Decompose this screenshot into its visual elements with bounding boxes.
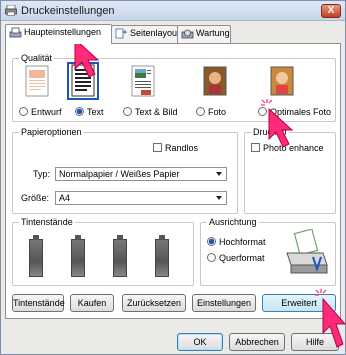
radio-label: Foto [208, 107, 227, 117]
cancel-button[interactable]: Abbrechen [229, 333, 285, 351]
orientation-group: Ausrichtung Hochformat Querformat [200, 217, 336, 286]
quality-label: Qualität [19, 53, 55, 63]
select-value: A4 [59, 193, 71, 203]
radio-indicator [19, 107, 28, 116]
radio-indicator [196, 107, 205, 116]
optimal-photo-icon [270, 66, 294, 96]
orientation-label: Ausrichtung [207, 217, 259, 227]
checkbox-box [153, 143, 162, 152]
radio-indicator [123, 107, 132, 116]
quality-text-image-radio[interactable]: Text & Bild [123, 107, 178, 117]
ink-levels-button[interactable]: Tintenstände [12, 294, 65, 312]
settings-button[interactable]: Einstellungen [192, 294, 256, 312]
radio-label: Text [87, 107, 104, 117]
checkbox-label: Randlos [165, 143, 199, 153]
quality-draft-radio[interactable]: Entwurf [19, 107, 62, 117]
chevron-down-icon [216, 196, 222, 200]
printer-icon [5, 5, 17, 16]
paper-size-label: Größe: [21, 193, 50, 203]
quality-text-radio[interactable]: Text [75, 107, 104, 117]
paper-options-label: Papieroptionen [19, 127, 84, 137]
tab-panel: Qualität Entwurf Text Text & Bild Foto O… [5, 43, 341, 319]
tab-label: Wartung [196, 28, 230, 38]
orientation-landscape-radio[interactable]: Querformat [207, 253, 265, 263]
quality-photo-radio[interactable]: Foto [196, 107, 226, 117]
photo-icon [203, 66, 227, 96]
ink-cartridge-2 [71, 235, 85, 277]
ink-cartridge-4 [155, 235, 169, 277]
radio-label: Hochformat [219, 237, 266, 247]
window-title: Druckeinstellungen [21, 5, 115, 17]
radio-indicator [75, 107, 84, 116]
buy-button[interactable]: Kaufen [70, 294, 114, 312]
text-image-icon [131, 65, 155, 97]
close-button[interactable]: X [321, 4, 341, 18]
main-settings-icon [9, 27, 22, 38]
reset-button[interactable]: Zurücksetzen [122, 294, 186, 312]
printer-preview-icon [286, 229, 328, 274]
tab-label: Seitenlayout [130, 28, 180, 38]
paper-type-select[interactable]: Normalpapier / Weißes Papier [55, 167, 227, 181]
radio-label: Text & Bild [135, 107, 178, 117]
orientation-portrait-radio[interactable]: Hochformat [207, 237, 266, 247]
pointer-cursor-icon [315, 289, 346, 348]
pointer-cursor-icon [261, 99, 294, 148]
ink-cartridge-3 [113, 235, 127, 277]
ink-levels-label: Tintenstände [19, 217, 75, 227]
title-bar: Druckeinstellungen X [1, 1, 345, 21]
draft-icon [25, 65, 49, 97]
radio-indicator [207, 237, 216, 246]
paper-type-label: Typ: [33, 169, 51, 179]
radio-indicator [207, 253, 216, 262]
ok-button[interactable]: OK [177, 333, 223, 351]
radio-label: Entwurf [31, 107, 62, 117]
borderless-checkbox[interactable]: Randlos [153, 143, 198, 153]
tab-label: Haupteinstellungen [24, 27, 102, 37]
print-settings-dialog: Druckeinstellungen X Haupteinstellungen … [0, 0, 346, 355]
chevron-down-icon [216, 172, 222, 176]
ink-cartridge-1 [29, 235, 43, 277]
maintenance-icon [181, 29, 194, 39]
select-value: Normalpapier / Weißes Papier [59, 169, 180, 179]
tab-wartung[interactable]: Wartung [177, 25, 231, 43]
radio-label: Querformat [219, 253, 265, 263]
tab-seitenlayout[interactable]: Seitenlayout [111, 25, 180, 43]
page-layout-icon [115, 28, 128, 39]
paper-size-select[interactable]: A4 [55, 191, 227, 205]
tab-haupteinstellungen[interactable]: Haupteinstellungen [5, 24, 112, 44]
paper-options-group: Papieroptionen Randlos Typ: Normalpapier… [12, 127, 238, 214]
ink-levels-group: Tintenstände [12, 217, 194, 286]
